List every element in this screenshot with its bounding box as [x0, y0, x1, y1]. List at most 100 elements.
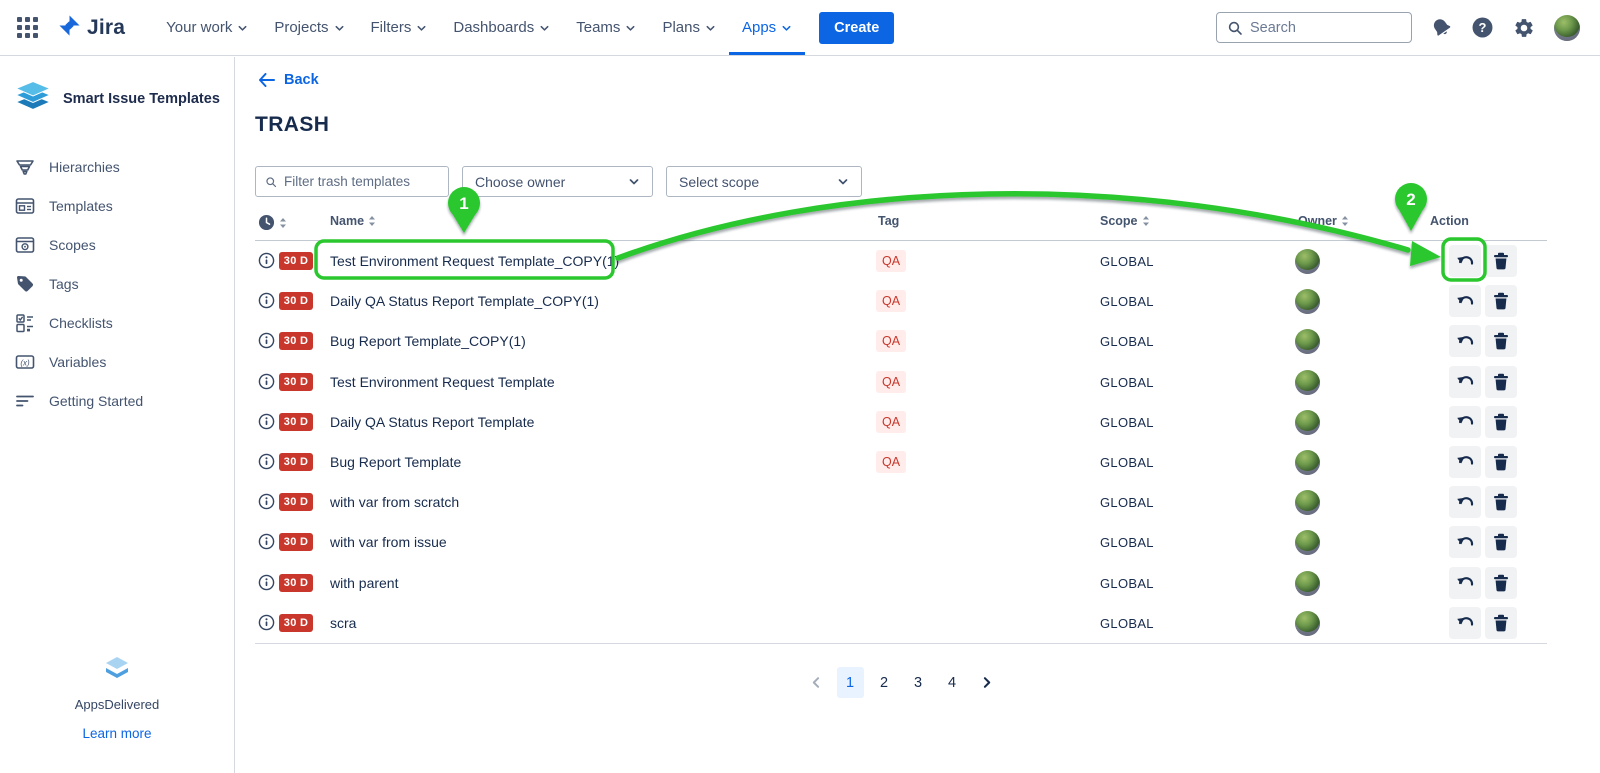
info-icon[interactable] [258, 373, 275, 395]
name-column-header[interactable]: Name [330, 214, 376, 228]
restore-button[interactable] [1449, 607, 1481, 639]
expiry-sort-header[interactable] [258, 214, 287, 231]
owner-avatar[interactable] [1295, 370, 1320, 395]
nav-item-apps[interactable]: Apps [729, 0, 805, 55]
delete-button[interactable] [1485, 607, 1517, 639]
expiry-badge: 30 D [279, 453, 313, 471]
nav-item-your-work[interactable]: Your work [153, 0, 261, 55]
appsdelivered-icon [0, 656, 234, 687]
info-icon[interactable] [258, 574, 275, 596]
scope-value: GLOBAL [1100, 254, 1154, 269]
info-icon[interactable] [258, 533, 275, 555]
sidebar-item-checklists[interactable]: Checklists [0, 303, 234, 342]
nav-item-dashboards[interactable]: Dashboards [440, 0, 563, 55]
sort-icon [279, 217, 287, 229]
template-name[interactable]: scra [330, 615, 356, 631]
delete-button[interactable] [1485, 567, 1517, 599]
table-row: 30 D Daily QA Status Report Template_COP… [255, 281, 1547, 321]
template-name[interactable]: with var from issue [330, 534, 447, 550]
nav-item-plans[interactable]: Plans [649, 0, 729, 55]
page-button-1[interactable]: 1 [837, 667, 864, 698]
template-name[interactable]: with parent [330, 575, 398, 591]
template-name[interactable]: Daily QA Status Report Template_COPY(1) [330, 293, 599, 309]
owner-avatar[interactable] [1295, 611, 1320, 636]
help-icon[interactable]: ? [1471, 16, 1494, 39]
info-icon[interactable] [258, 332, 275, 354]
owner-avatar[interactable] [1295, 530, 1320, 555]
delete-button[interactable] [1485, 285, 1517, 317]
page-button-2[interactable]: 2 [871, 667, 898, 698]
delete-button[interactable] [1485, 366, 1517, 398]
delete-button[interactable] [1485, 245, 1517, 277]
next-page-button[interactable] [973, 667, 1000, 698]
delete-button[interactable] [1485, 446, 1517, 478]
nav-item-filters[interactable]: Filters [358, 0, 441, 55]
owner-column-header[interactable]: Owner [1298, 214, 1349, 228]
owner-avatar[interactable] [1295, 571, 1320, 596]
tag-badge: QA [876, 411, 906, 433]
template-name[interactable]: Test Environment Request Template_COPY(1… [330, 253, 619, 269]
owner-avatar[interactable] [1295, 329, 1320, 354]
settings-gear-icon[interactable] [1513, 17, 1535, 39]
template-name[interactable]: Bug Report Template_COPY(1) [330, 333, 526, 349]
nav-item-projects[interactable]: Projects [261, 0, 357, 55]
template-name[interactable]: Daily QA Status Report Template [330, 414, 534, 430]
learn-more-link[interactable]: Learn more [0, 726, 234, 741]
restore-button[interactable] [1449, 567, 1481, 599]
delete-button[interactable] [1485, 526, 1517, 558]
info-icon[interactable] [258, 413, 275, 435]
filter-templates-input[interactable] [284, 174, 439, 189]
delete-button[interactable] [1485, 486, 1517, 518]
search-input[interactable] [1250, 20, 1390, 36]
delete-button[interactable] [1485, 406, 1517, 438]
scope-value: GLOBAL [1100, 375, 1154, 390]
notifications-bell-icon[interactable] [1431, 17, 1452, 38]
template-name[interactable]: with var from scratch [330, 494, 459, 510]
page-button-4[interactable]: 4 [939, 667, 966, 698]
info-icon[interactable] [258, 292, 275, 314]
filter-templates-field[interactable] [255, 166, 449, 197]
restore-button[interactable] [1449, 446, 1481, 478]
sidebar-item-variables[interactable]: (x) Variables [0, 342, 234, 381]
restore-button[interactable] [1449, 406, 1481, 438]
previous-page-button[interactable] [803, 667, 830, 698]
template-name[interactable]: Test Environment Request Template [330, 374, 555, 390]
nav-item-teams[interactable]: Teams [563, 0, 649, 55]
page-button-3[interactable]: 3 [905, 667, 932, 698]
owner-avatar[interactable] [1295, 249, 1320, 274]
delete-button[interactable] [1485, 325, 1517, 357]
scope-column-header[interactable]: Scope [1100, 214, 1150, 228]
info-icon[interactable] [258, 252, 275, 274]
info-icon[interactable] [258, 614, 275, 636]
owner-avatar[interactable] [1295, 410, 1320, 435]
template-name[interactable]: Bug Report Template [330, 454, 461, 470]
info-icon[interactable] [258, 493, 275, 515]
info-icon[interactable] [258, 453, 275, 475]
restore-button[interactable] [1449, 366, 1481, 398]
global-search[interactable] [1216, 12, 1412, 43]
sidebar-item-scopes[interactable]: Scopes [0, 225, 234, 264]
restore-button[interactable] [1449, 285, 1481, 317]
select-scope-select[interactable]: Select scope [666, 166, 862, 197]
user-avatar[interactable] [1554, 15, 1580, 41]
restore-button[interactable] [1449, 325, 1481, 357]
sidebar-item-getting-started[interactable]: Getting Started [0, 381, 234, 420]
sidebar-item-hierarchies[interactable]: Hierarchies [0, 147, 234, 186]
owner-avatar[interactable] [1295, 490, 1320, 515]
jira-logo[interactable]: Jira [58, 14, 125, 42]
restore-button[interactable] [1449, 486, 1481, 518]
choose-owner-select[interactable]: Choose owner [462, 166, 653, 197]
app-switcher-icon[interactable] [16, 16, 40, 40]
owner-avatar[interactable] [1295, 289, 1320, 314]
sidebar-item-templates[interactable]: Templates [0, 186, 234, 225]
restore-button[interactable] [1449, 245, 1481, 277]
table-row: 30 D with var from issue GLOBAL [255, 522, 1547, 562]
templates-icon [14, 196, 36, 216]
back-button[interactable]: Back [258, 72, 319, 88]
clock-icon [258, 214, 275, 231]
trash-icon [1493, 533, 1509, 551]
sidebar-item-tags[interactable]: Tags [0, 264, 234, 303]
restore-button[interactable] [1449, 526, 1481, 558]
create-button[interactable]: Create [819, 12, 894, 44]
owner-avatar[interactable] [1295, 450, 1320, 475]
